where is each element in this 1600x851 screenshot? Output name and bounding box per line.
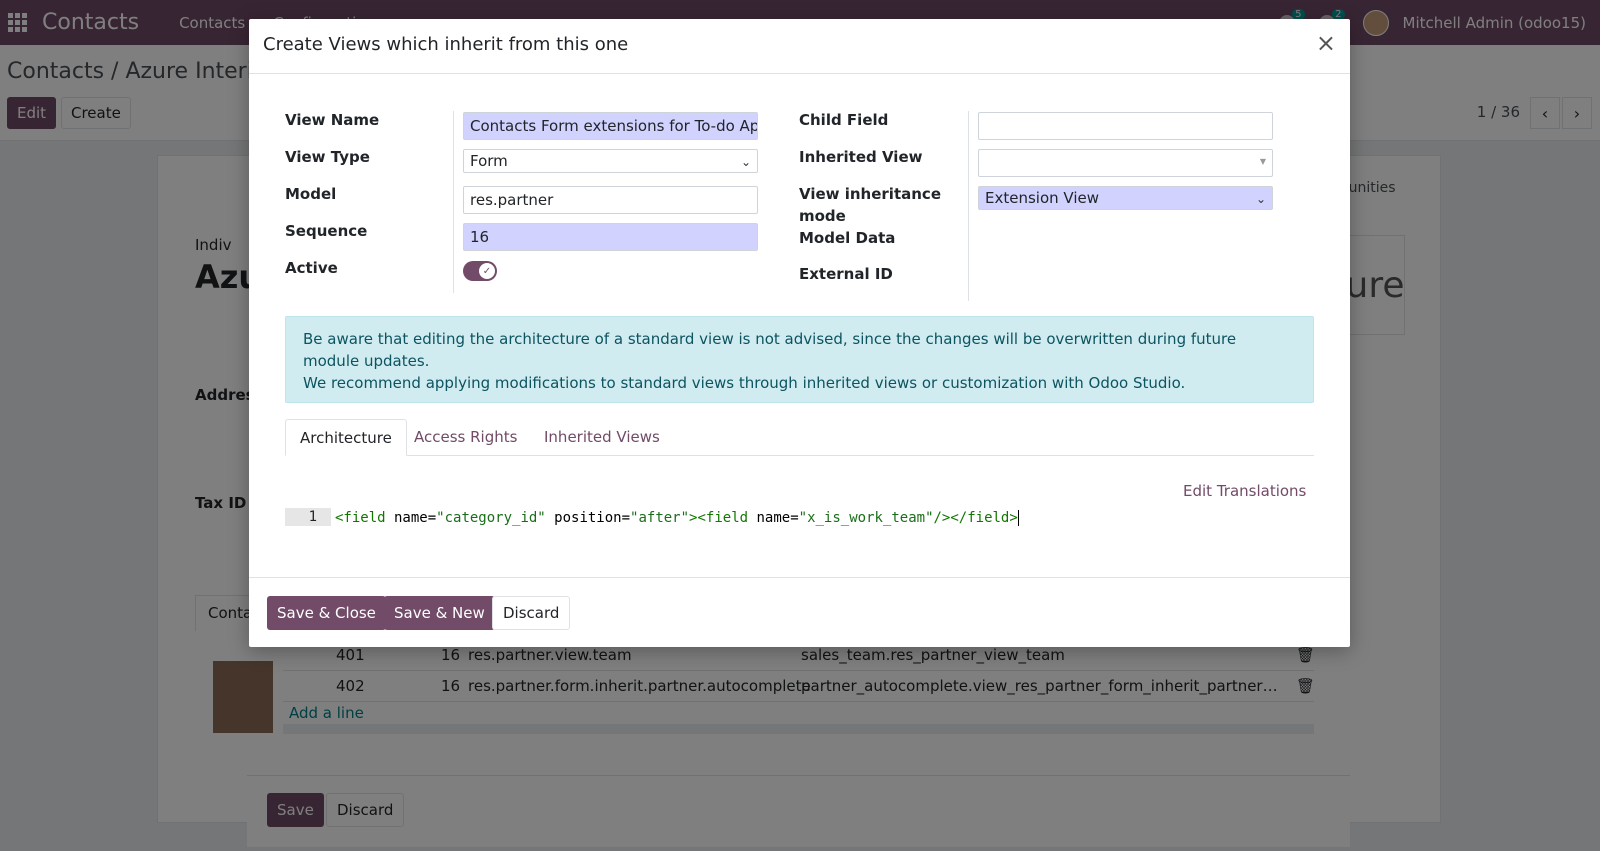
close-icon[interactable]: × <box>1316 31 1336 55</box>
modal-title: Create Views which inherit from this one <box>263 34 629 55</box>
chevron-down-icon: ⌄ <box>740 155 751 169</box>
sequence-input[interactable]: 16 <box>463 223 758 251</box>
warning-line-1: Be aware that editing the architecture o… <box>303 330 1237 370</box>
code-token: "category_id" <box>436 510 546 526</box>
child-field-input[interactable] <box>978 112 1273 140</box>
edit-translations-button[interactable]: Edit Translations <box>1183 482 1306 500</box>
save-close-button[interactable]: Save & Close <box>267 596 386 630</box>
view-type-select[interactable]: Form ⌄ <box>463 149 758 173</box>
column-separator <box>968 111 969 301</box>
code-token: name= <box>385 510 437 526</box>
chevron-down-icon: ⌄ <box>1255 192 1266 206</box>
column-separator <box>453 111 454 293</box>
architecture-code-editor[interactable]: 1 <field name="category_id" position="af… <box>285 508 1314 528</box>
model-value: res.partner <box>470 191 554 209</box>
discard-button[interactable]: Discard <box>492 596 571 630</box>
text-cursor <box>1017 510 1019 526</box>
code-text[interactable]: <field name="category_id" position="afte… <box>335 508 1019 528</box>
view-type-label: View Type <box>285 148 370 166</box>
tab-access-rights[interactable]: Access Rights <box>400 419 531 456</box>
tab-architecture[interactable]: Architecture <box>285 419 407 456</box>
external-id-label: External ID <box>799 265 893 283</box>
standard-view-warning: Be aware that editing the architecture o… <box>285 316 1314 403</box>
view-name-label: View Name <box>285 111 380 129</box>
model-input[interactable]: res.partner <box>463 186 758 214</box>
save-new-button[interactable]: Save & New <box>384 596 495 630</box>
inheritance-mode-select[interactable]: Extension View ⌄ <box>978 186 1273 210</box>
active-label: Active <box>285 259 338 277</box>
code-token: "x_is_work_team" <box>798 510 934 526</box>
inheritance-mode-value: Extension View <box>985 189 1100 207</box>
view-type-value: Form <box>470 152 508 170</box>
inheritance-mode-label-line2: mode <box>799 207 846 225</box>
line-number: 1 <box>285 508 331 526</box>
model-label: Model <box>285 185 337 203</box>
inheritance-mode-label-line1: View inheritance <box>799 185 941 203</box>
code-token: "after" <box>630 510 690 526</box>
sequence-label: Sequence <box>285 222 368 240</box>
code-token: position= <box>545 510 631 526</box>
warning-line-2: We recommend applying modifications to s… <box>303 374 1186 392</box>
active-toggle[interactable]: ✓ <box>463 261 497 281</box>
code-token: /></field> <box>933 510 1018 526</box>
create-inherited-view-dialog: Create Views which inherit from this one… <box>249 19 1350 647</box>
notebook-tabs: Architecture Access Rights Inherited Vie… <box>285 419 1314 456</box>
code-token: name= <box>748 510 799 526</box>
inherited-view-label: Inherited View <box>799 148 923 166</box>
modal-header: Create Views which inherit from this one… <box>249 19 1350 74</box>
code-token: ><field <box>689 510 749 526</box>
code-token: <field <box>335 510 386 526</box>
check-icon: ✓ <box>479 263 495 279</box>
view-name-input[interactable]: Contacts Form extensions for To-do Ap <box>463 112 758 140</box>
sequence-value: 16 <box>470 228 490 246</box>
model-data-label: Model Data <box>799 229 896 247</box>
caret-down-icon: ▼ <box>1259 157 1266 166</box>
inherited-view-input[interactable]: ▼ <box>978 149 1273 177</box>
view-name-value: Contacts Form extensions for To-do Ap <box>470 117 758 135</box>
child-field-label: Child Field <box>799 111 889 129</box>
tab-inherited-views[interactable]: Inherited Views <box>530 419 674 456</box>
